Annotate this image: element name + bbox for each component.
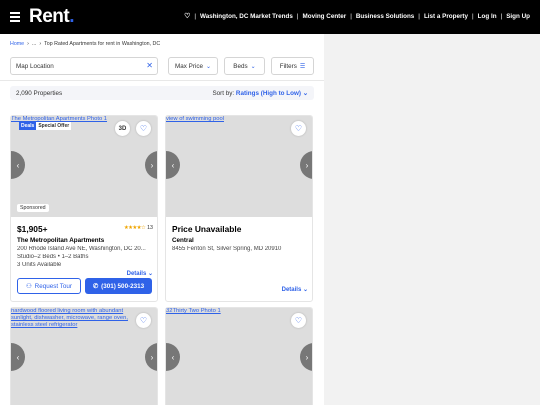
listing-card[interactable]: view of swimming pool ♡ ‹ › Price Unavai…	[165, 115, 313, 302]
listing-name[interactable]: The Metropolitan Apartments	[17, 237, 153, 244]
next-photo-arrow[interactable]: ›	[145, 151, 157, 179]
favorite-heart-icon[interactable]: ♡	[291, 313, 306, 328]
sort-control[interactable]: Sort by: Ratings (High to Low) ⌄	[212, 90, 308, 97]
nav-sign-up[interactable]: Sign Up	[506, 13, 530, 20]
max-price-dropdown[interactable]: Max Price ⌄	[168, 57, 218, 75]
next-photo-arrow[interactable]: ›	[300, 151, 312, 179]
request-tour-label: Request Tour	[34, 282, 72, 290]
listing-units: 3 Units Available	[17, 262, 62, 268]
results-bar: 2,090 Properties Sort by: Ratings (High …	[10, 86, 314, 100]
filters-button[interactable]: Filters ☰	[271, 57, 314, 75]
breadcrumb-current: Top Rated Apartments for rent in Washing…	[44, 41, 161, 47]
breadcrumb-home[interactable]: Home	[10, 41, 24, 47]
listing-price: Price Unavailable	[172, 224, 242, 234]
previous-photo-arrow[interactable]: ‹	[11, 151, 25, 179]
nav-moving-center[interactable]: Moving Center	[302, 13, 346, 20]
previous-photo-arrow[interactable]: ‹	[166, 151, 180, 179]
beds-label: Beds	[233, 62, 248, 70]
top-navigation-bar: Rent. ♡ | Washington, DC Market Trends |…	[0, 0, 540, 34]
listing-address: 200 Rhode Island Ave NE, Washington, DC …	[17, 246, 146, 252]
chevron-right-icon: ›	[39, 41, 42, 47]
results-panel: Home › ... › Top Rated Apartments for re…	[0, 34, 324, 405]
phone-number: (301) 500-2313	[101, 282, 145, 290]
nav-list-property[interactable]: List a Property	[424, 13, 468, 20]
previous-photo-arrow[interactable]: ‹	[166, 343, 180, 371]
favorite-heart-icon[interactable]: ♡	[291, 121, 306, 136]
listing-beds-baths: Studio–2 Beds • 1–2 Baths	[17, 254, 89, 260]
special-offer-text: Special Offer	[36, 122, 72, 130]
listing-name[interactable]: Central	[172, 237, 308, 244]
3d-tour-icon[interactable]: 3D	[115, 121, 130, 136]
filters-label: Filters	[279, 62, 297, 70]
nav-business-solutions[interactable]: Business Solutions	[356, 13, 414, 20]
nav-market-trends[interactable]: Washington, DC Market Trends	[200, 13, 293, 20]
listing-photo[interactable]: hardwood floored living room with abunda…	[11, 308, 157, 405]
location-search: ✕	[10, 57, 158, 75]
sort-label: Sort by:	[212, 90, 235, 97]
menu-icon[interactable]	[10, 12, 20, 22]
listing-address: 8455 Fenton St, Silver Spring, MD 20910	[172, 246, 282, 252]
phone-icon: ✆	[92, 282, 99, 290]
header-nav: ♡ | Washington, DC Market Trends | Movin…	[184, 12, 530, 21]
max-price-label: Max Price	[174, 62, 203, 70]
next-photo-arrow[interactable]: ›	[145, 343, 157, 371]
sort-value[interactable]: Ratings (High to Low)	[236, 90, 301, 97]
photo-alt-text: hardwood floored living room with abunda…	[11, 308, 128, 328]
details-label: Details	[281, 287, 302, 293]
listing-photo[interactable]: 32Thirty Two Photo 1 ♡ ‹ ›	[166, 308, 312, 405]
details-label: Details	[126, 271, 147, 277]
deals-badge: Deals Special Offer	[19, 122, 72, 130]
chevron-down-icon: ⌄	[250, 63, 256, 70]
person-icon: ⚇	[26, 282, 32, 290]
rating: ★★★★☆ 13	[124, 225, 153, 231]
divider	[0, 80, 324, 81]
details-link[interactable]: Details ⌄	[282, 286, 308, 293]
listing-photo[interactable]: view of swimming pool ♡ ‹ ›	[166, 116, 312, 217]
details-link[interactable]: Details ⌄	[127, 270, 153, 277]
listing-card[interactable]: hardwood floored living room with abunda…	[10, 307, 158, 405]
chevron-down-icon: ⌄	[205, 63, 212, 70]
listing-info: $1,905+ ★★★★☆ 13 The Metropolitan Apartm…	[17, 224, 153, 277]
favorite-heart-icon[interactable]: ♡	[136, 313, 151, 328]
deals-tag: Deals	[19, 122, 37, 130]
listing-info: Price Unavailable Central 8455 Fenton St…	[172, 224, 308, 293]
sponsored-badge: Sponsored	[17, 204, 49, 212]
request-tour-button[interactable]: ⚇ Request Tour	[17, 278, 81, 294]
property-count: 2,090 Properties	[16, 90, 63, 97]
rating-stars-icon: ★★★★☆	[123, 225, 146, 231]
rent-logo[interactable]: Rent.	[29, 6, 74, 28]
next-photo-arrow[interactable]: ›	[300, 343, 312, 371]
filter-bar: ✕ Max Price ⌄ Beds ⌄ Filters ☰	[10, 57, 314, 75]
favorites-heart-icon[interactable]: ♡	[184, 12, 190, 20]
previous-photo-arrow[interactable]: ‹	[11, 343, 25, 371]
chevron-down-icon: ⌄	[302, 287, 308, 293]
chevron-right-icon: ›	[27, 41, 29, 47]
favorite-heart-icon[interactable]: ♡	[136, 121, 151, 136]
listing-card[interactable]: 32Thirty Two Photo 1 ♡ ‹ ›	[165, 307, 313, 405]
beds-dropdown[interactable]: Beds ⌄	[224, 57, 265, 75]
listing-photo[interactable]: The Metropolitan Apartments Photo 1 Deal…	[11, 116, 157, 217]
sliders-icon: ☰	[299, 63, 306, 70]
breadcrumb: Home › ... › Top Rated Apartments for re…	[10, 41, 160, 47]
listing-card[interactable]: The Metropolitan Apartments Photo 1 Deal…	[10, 115, 158, 302]
chevron-down-icon: ⌄	[302, 90, 308, 97]
rating-count: 13	[147, 225, 153, 231]
nav-log-in[interactable]: Log In	[478, 13, 497, 20]
clear-search-icon[interactable]: ✕	[146, 61, 153, 71]
call-phone-button[interactable]: ✆ (301) 500-2313	[85, 278, 152, 294]
chevron-down-icon: ⌄	[147, 271, 153, 277]
photo-alt-text: view of swimming pool	[166, 116, 224, 122]
breadcrumb-ellipsis[interactable]: ...	[32, 41, 36, 47]
photo-alt-text: 32Thirty Two Photo 1	[166, 308, 221, 314]
location-search-input[interactable]	[16, 62, 141, 71]
